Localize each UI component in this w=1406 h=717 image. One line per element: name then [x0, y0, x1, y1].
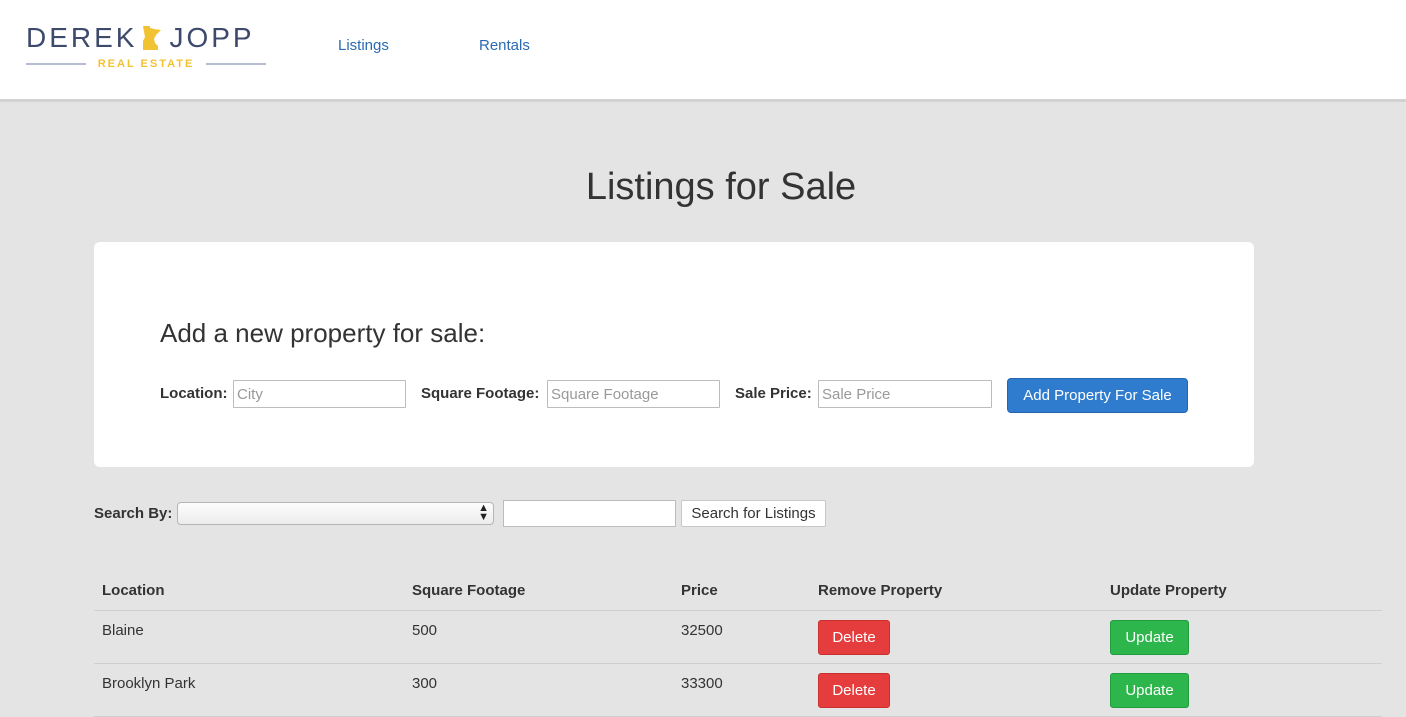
table-row: Blaine 500 32500 Delete Update — [94, 611, 1382, 664]
search-by-label: Search By: — [94, 505, 173, 522]
cell-location: Blaine — [102, 622, 144, 639]
square-footage-input[interactable] — [547, 380, 720, 408]
logo-tagline-row: REAL ESTATE — [26, 58, 266, 70]
top-navbar: DEREK JOPP REAL ESTATE Listings Rentals — [0, 0, 1406, 102]
select-arrows-icon: ▲ ▼ — [478, 502, 489, 523]
delete-button[interactable]: Delete — [818, 620, 890, 655]
column-header-price: Price — [681, 582, 718, 599]
cell-square-footage: 500 — [412, 622, 438, 639]
listings-table: Location Square Footage Price Remove Pro… — [94, 570, 1382, 717]
logo-rule-left — [26, 63, 86, 65]
table-header-row: Location Square Footage Price Remove Pro… — [94, 570, 1382, 611]
sale-price-label: Sale Price: — [735, 385, 812, 402]
logo-rule-right — [206, 63, 266, 65]
location-input[interactable] — [233, 380, 406, 408]
cell-square-footage: 300 — [412, 675, 438, 692]
table-row: Brooklyn Park 300 33300 Delete Update — [94, 664, 1382, 717]
add-property-heading: Add a new property for sale: — [160, 318, 486, 348]
add-property-form: Location: Square Footage: Sale Price: Ad… — [160, 378, 1230, 413]
cell-location: Brooklyn Park — [102, 675, 196, 692]
update-button[interactable]: Update — [1110, 620, 1189, 655]
add-property-button[interactable]: Add Property For Sale — [1007, 378, 1188, 413]
search-by-select[interactable]: ▲ ▼ — [177, 502, 494, 525]
nav-link-listings[interactable]: Listings — [338, 37, 389, 54]
nav-link-rentals[interactable]: Rentals — [479, 37, 530, 54]
minnesota-state-icon — [143, 26, 162, 50]
column-header-update-property: Update Property — [1110, 582, 1227, 599]
logo-tagline: REAL ESTATE — [97, 58, 195, 70]
add-property-card: Add a new property for sale: Location: S… — [94, 242, 1254, 467]
search-query-input[interactable] — [503, 500, 676, 527]
logo-wordmark: DEREK JOPP — [26, 22, 266, 54]
company-logo[interactable]: DEREK JOPP REAL ESTATE — [26, 22, 266, 74]
sale-price-input[interactable] — [818, 380, 992, 408]
location-label: Location: — [160, 385, 228, 402]
logo-text-left: DEREK — [26, 22, 138, 53]
column-header-remove-property: Remove Property — [818, 582, 943, 599]
square-footage-label: Square Footage: — [421, 385, 540, 402]
delete-button[interactable]: Delete — [818, 673, 890, 708]
column-header-square-footage: Square Footage — [412, 582, 526, 599]
search-listings-button[interactable]: Search for Listings — [681, 500, 826, 527]
update-button[interactable]: Update — [1110, 673, 1189, 708]
column-header-location: Location — [102, 582, 165, 599]
cell-price: 33300 — [681, 675, 723, 692]
cell-price: 32500 — [681, 622, 723, 639]
logo-text-right: JOPP — [169, 22, 255, 53]
page-title: Listings for Sale — [585, 166, 857, 208]
